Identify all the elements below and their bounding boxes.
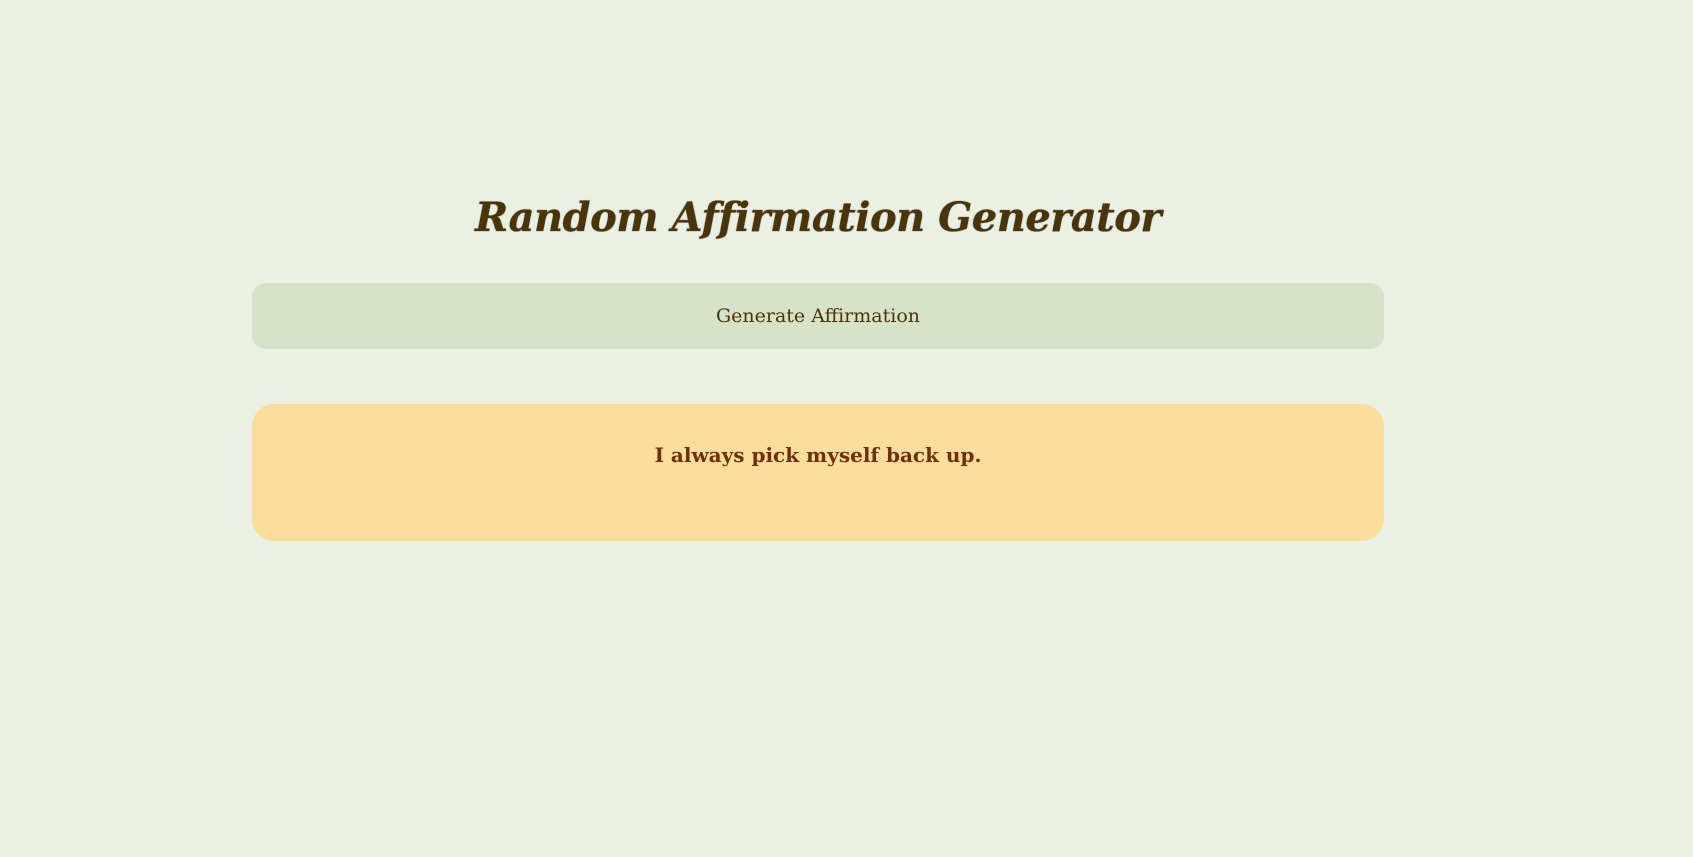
affirmation-text: I always pick myself back up. — [654, 442, 982, 467]
page-title: Random Affirmation Generator — [474, 194, 1162, 241]
app-container: Random Affirmation Generator Generate Af… — [252, 0, 1384, 857]
generate-affirmation-button[interactable]: Generate Affirmation — [252, 283, 1384, 349]
affirmation-card: I always pick myself back up. — [252, 404, 1384, 541]
